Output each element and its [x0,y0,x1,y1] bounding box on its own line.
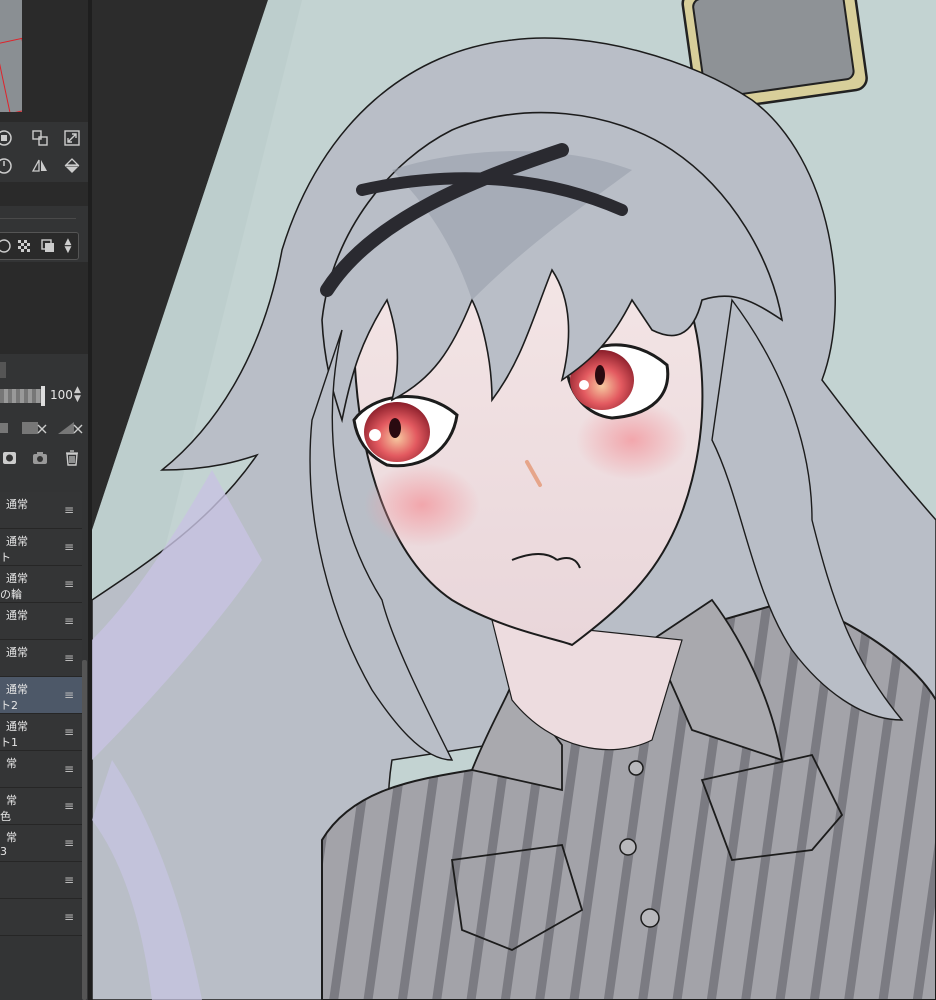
spinner-icon[interactable]: ▲ ▼ [58,236,78,256]
layer-row[interactable]: 常 3 ≡ [0,825,82,862]
layer-blend-mode: 常 [6,831,17,844]
navigator-tools-row-1 [0,124,88,154]
layer-property-row: ▲ ▼ [0,232,79,260]
layer-action-tools-row [0,444,88,474]
opacity-slider-handle[interactable] [41,386,45,406]
camera-icon[interactable] [30,448,50,468]
layer-name: ト [0,551,11,564]
navigator-thumbnail[interactable] [0,0,22,112]
layer-row[interactable]: ≡ [0,862,82,899]
transform-icon[interactable] [30,128,50,148]
layer-list: 通常 ≡ 通常ト ≡ 通常 の輪 ≡ 通常 ≡ 通常 ≡ 通常 ト2 ≡ 通常 ト1 ≡ 常 ≡ 常色 ≡ 常 3 ≡ ≡ ≡ [0,492,88,1000]
shirt-button [628,760,644,776]
navigator-tools-row-2 [0,152,88,182]
panel-section-gap [0,182,88,206]
mask-icon[interactable] [20,418,48,438]
layer-blend-mode: 通常 [6,720,28,733]
hamburger-icon[interactable]: ≡ [64,614,74,628]
layer-name: 3 [0,845,7,858]
layer-mask-tools-row [0,414,88,444]
hamburger-icon[interactable]: ≡ [64,873,74,887]
copy-icon[interactable] [38,236,58,256]
layer-panel: ▲ ▼ 100 ▲ ▼ 通常 ≡ 通常ト ≡ 通常 の輪 ≡ 通常 ≡ 通常 ≡ 通常 ト2 ≡ 通常 ト1 ≡ 常 ≡… [0,0,88,1000]
layer-name: の輪 [0,588,22,601]
mask-icon[interactable] [0,418,12,438]
hamburger-icon[interactable]: ≡ [64,910,74,924]
layer-blend-mode: 常 [6,757,17,770]
mask-icon[interactable] [56,418,84,438]
shirt-button [619,838,637,856]
layer-row[interactable]: 通常ト2 ≡ [0,677,82,714]
expand-icon[interactable] [62,128,82,148]
layer-blend-mode: 通常 [6,572,28,585]
hamburger-icon[interactable]: ≡ [64,651,74,665]
artwork [92,0,936,1000]
layer-blend-mode: 常 [6,794,17,807]
hamburger-icon[interactable]: ≡ [64,836,74,850]
hamburger-icon[interactable]: ≡ [64,688,74,702]
flip-horizontal-icon[interactable] [30,156,50,176]
layer-blend-mode: 通常 [6,498,28,511]
layer-list-scrollbar[interactable] [82,660,87,1000]
layer-row[interactable]: 常色 ≡ [0,788,82,825]
hamburger-icon[interactable]: ≡ [64,725,74,739]
rotate-reset-icon[interactable] [0,156,14,176]
trash-icon[interactable] [62,448,82,468]
layer-name: ト2 [0,699,18,712]
layer-name: ト1 [0,736,18,749]
layer-blend-mode: 通常 [6,535,28,548]
layer-row[interactable]: 常 ≡ [0,751,82,788]
hamburger-icon[interactable]: ≡ [64,577,74,591]
opacity-spinner[interactable]: ▲ ▼ [74,386,81,404]
hamburger-icon[interactable]: ≡ [64,540,74,554]
drawing-canvas[interactable] [92,0,936,1000]
hamburger-icon[interactable]: ≡ [64,799,74,813]
hamburger-icon[interactable]: ≡ [64,762,74,776]
navigator-preview[interactable] [0,0,88,122]
divider-line [0,218,76,219]
layer-row[interactable]: 通常 ≡ [0,603,82,640]
layer-row[interactable]: 通常ト1 ≡ [0,714,82,751]
layer-name: 色 [0,810,11,823]
opacity-slider[interactable] [0,389,42,403]
layer-blend-mode: 通常 [6,646,28,659]
layer-row[interactable]: ≡ [0,899,82,936]
opacity-value[interactable]: 100 [50,388,73,402]
checker-icon[interactable] [14,236,34,256]
layer-row[interactable]: 通常の輪 ≡ [0,566,82,603]
panel-tab[interactable] [0,362,6,378]
flip-vertical-icon[interactable] [62,156,82,176]
layer-row[interactable]: 通常 ≡ [0,492,82,529]
blush-left [364,463,480,547]
record-icon[interactable] [0,128,14,148]
opacity-control: 100 ▲ ▼ [0,384,88,410]
panel-empty-area [0,262,88,354]
layer-blend-mode: 通常 [6,609,28,622]
circle-icon[interactable] [0,236,14,256]
shirt-button [640,908,660,928]
layer-row[interactable]: 通常ト ≡ [0,529,82,566]
navigator-view-frame[interactable] [0,37,22,112]
layer-blend-mode: 通常 [6,683,28,696]
layer-row[interactable]: 通常 ≡ [0,640,82,677]
hamburger-icon[interactable]: ≡ [64,503,74,517]
mask-icon[interactable] [0,448,20,468]
